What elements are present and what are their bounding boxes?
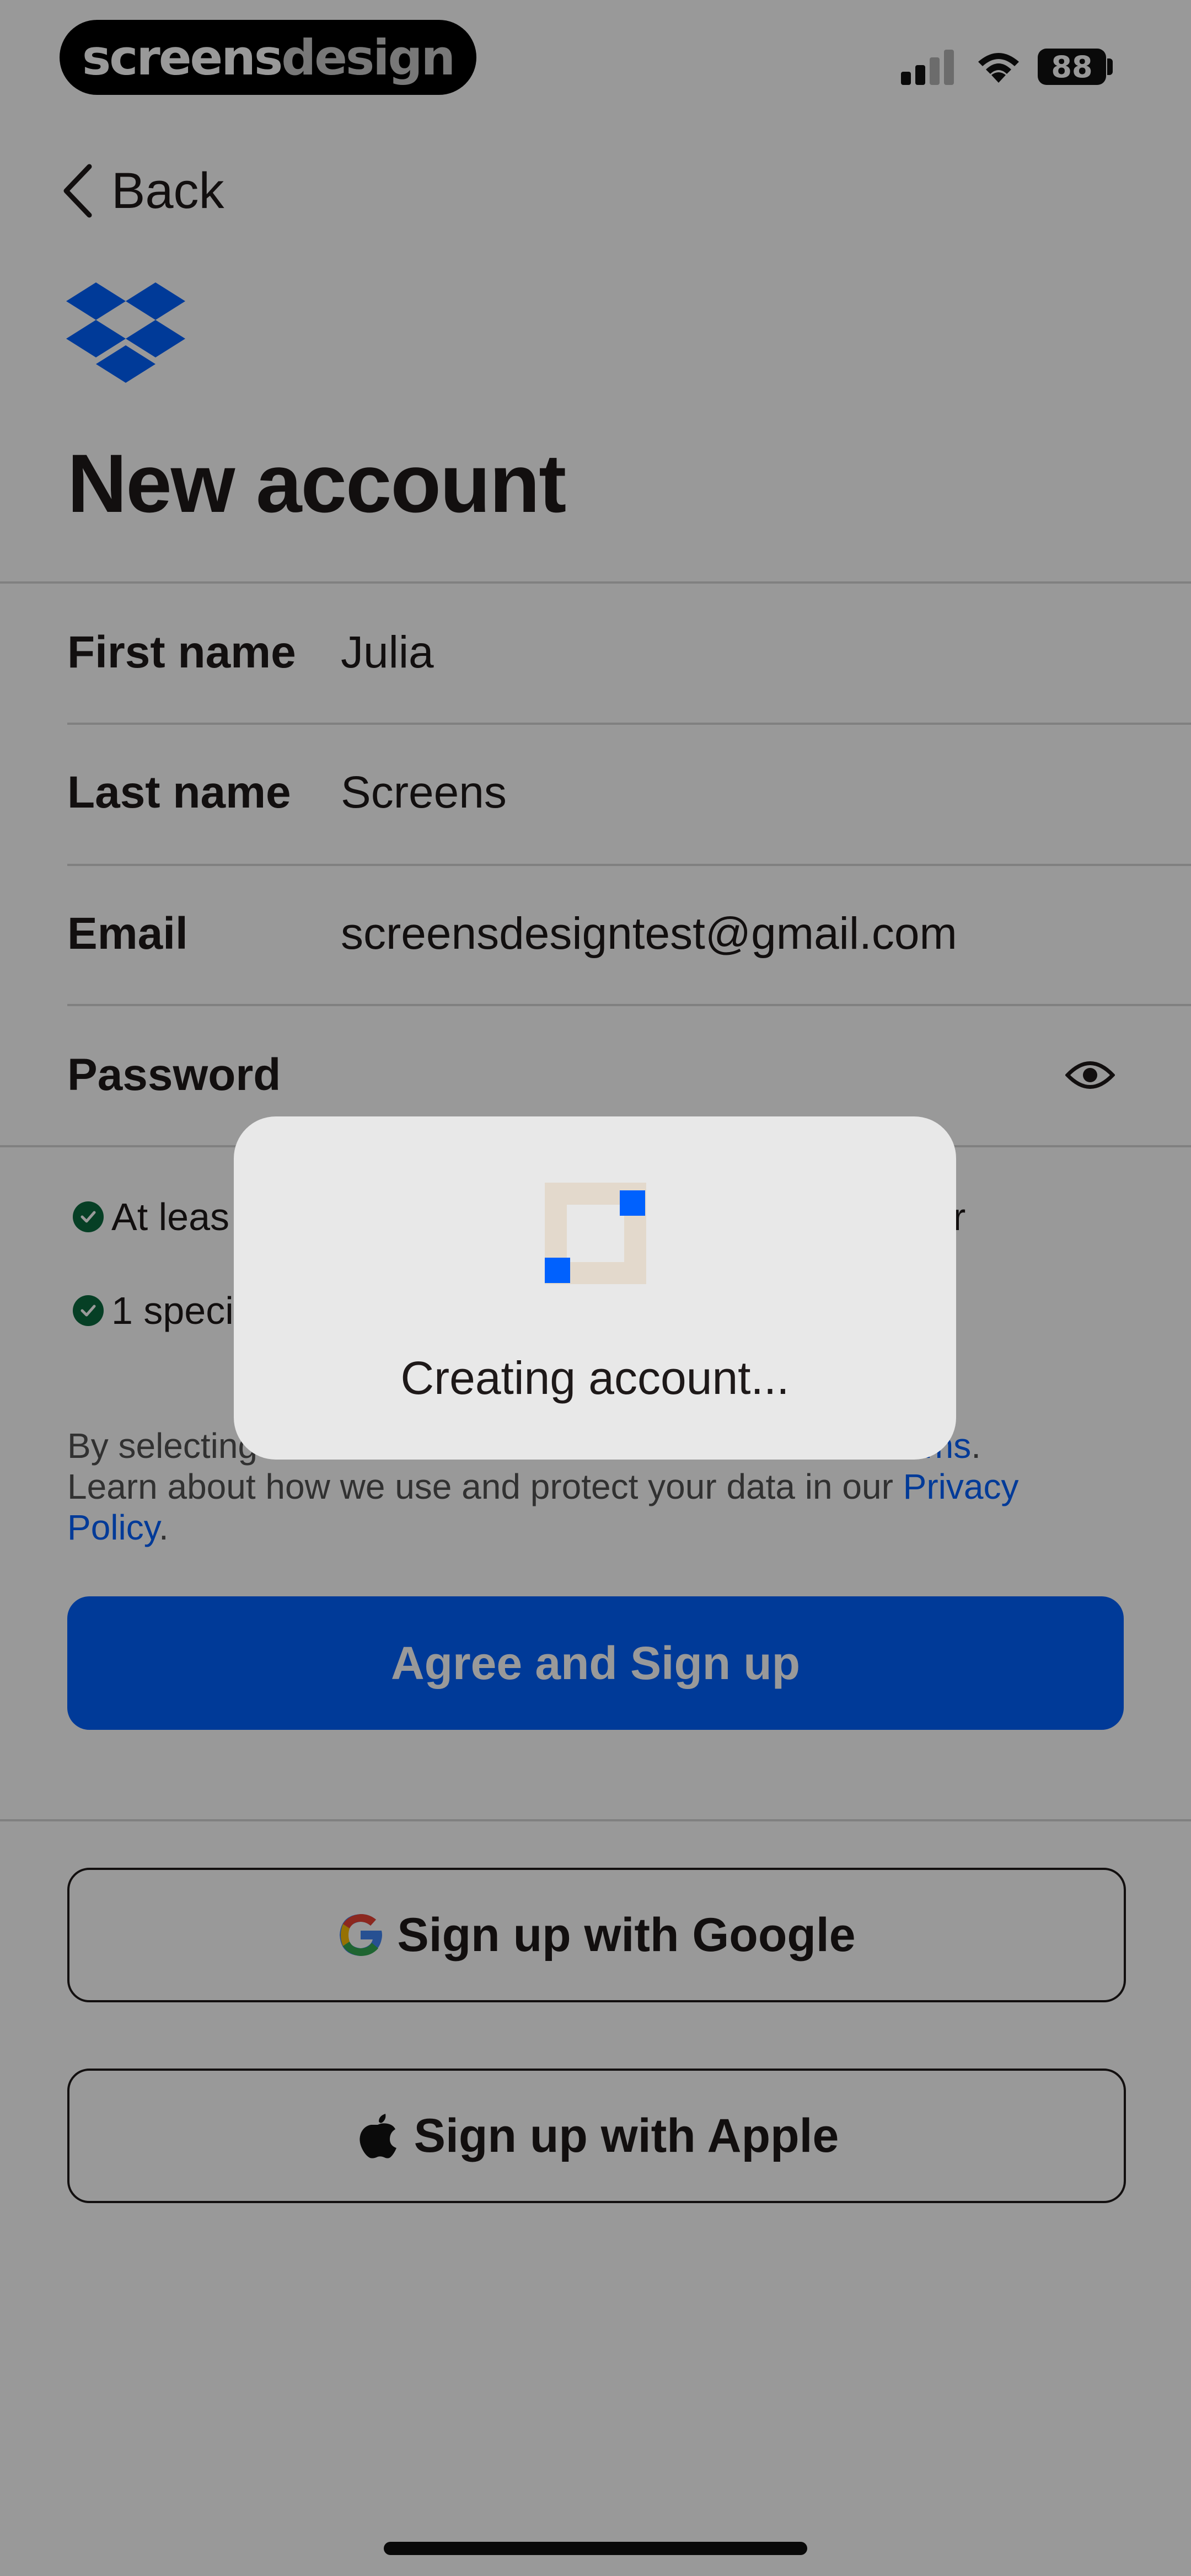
loading-dialog xyxy=(234,1116,956,1460)
loading-spinner-icon xyxy=(545,1183,646,1284)
signup-screen: screens design 88 Back New account First … xyxy=(0,0,1191,2576)
loading-message: Creating account... xyxy=(400,1352,790,1404)
